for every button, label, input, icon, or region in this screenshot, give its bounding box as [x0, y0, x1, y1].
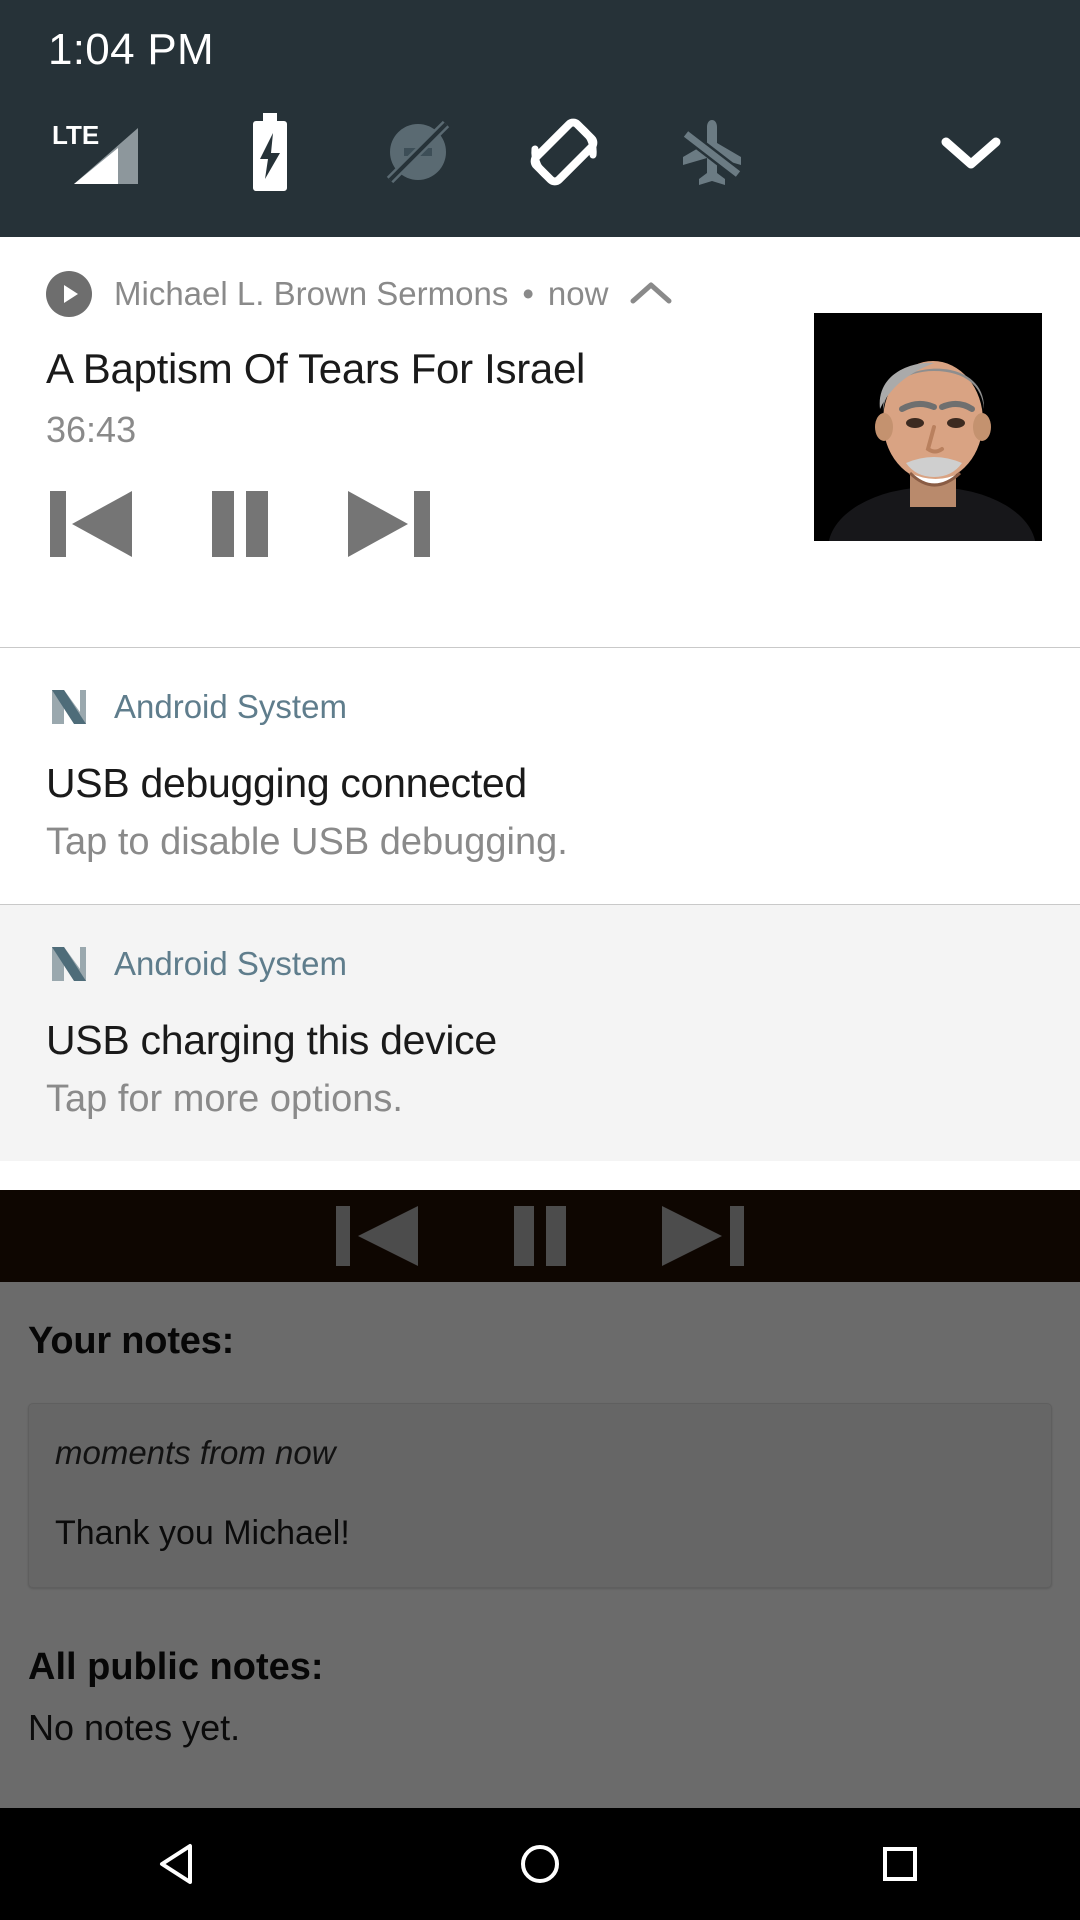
chevron-up-icon	[630, 282, 672, 304]
notification-media[interactable]: Michael L. Brown Sermons • now A Baptism…	[0, 237, 1080, 647]
app-pause-button[interactable]	[504, 1200, 576, 1272]
system-notification-title: USB charging this device	[46, 1017, 497, 1063]
quick-settings-row: LTE	[0, 108, 1080, 196]
collapse-notification-button[interactable]	[628, 279, 674, 309]
system-notification-body: Tap for more options.	[46, 1078, 403, 1120]
media-notification-time: now	[547, 275, 609, 312]
notification-pause-button[interactable]	[204, 487, 276, 561]
home-button[interactable]	[512, 1836, 568, 1892]
system-app-name: Android System	[114, 688, 347, 725]
media-app-badge	[46, 271, 92, 317]
media-album-art[interactable]	[814, 313, 1042, 541]
notification-previous-track-button[interactable]	[46, 487, 138, 561]
system-notification-body: Tap to disable USB debugging.	[46, 821, 568, 863]
lte-signal-icon: LTE	[52, 120, 138, 184]
svg-text:LTE: LTE	[52, 120, 99, 150]
home-circle-icon	[521, 1845, 559, 1883]
system-app-name: Android System	[114, 945, 347, 982]
auto-rotate-icon	[530, 118, 598, 186]
quick-setting-airplane-mode[interactable]	[638, 108, 786, 196]
battery-charging-icon	[253, 113, 287, 191]
note-timestamp: moments from now	[55, 1434, 336, 1471]
expand-quick-settings-button[interactable]	[910, 108, 1032, 196]
notification-usb-charging[interactable]: Android System USB charging this device …	[0, 905, 1080, 1161]
next-track-icon	[348, 491, 430, 557]
android-nougat-logo-icon	[52, 690, 86, 724]
pause-icon	[514, 1206, 566, 1266]
system-notification-header: Android System	[46, 684, 1034, 730]
public-notes-empty: No notes yet.	[28, 1707, 241, 1748]
notification-next-track-button[interactable]	[342, 487, 434, 561]
speaker-portrait-image	[814, 313, 1042, 541]
navigation-bar	[0, 1808, 1080, 1920]
previous-track-icon	[50, 491, 132, 557]
status-bar-clock: 1:04 PM	[48, 25, 214, 74]
public-notes-heading: All public notes:	[28, 1646, 324, 1688]
pause-icon	[212, 491, 268, 557]
app-player-bar	[0, 1190, 1080, 1282]
previous-track-icon	[336, 1206, 418, 1266]
note-card[interactable]: moments from now Thank you Michael!	[28, 1403, 1052, 1588]
notes-section: Your notes: moments from now Thank you M…	[0, 1282, 1080, 1820]
notification-usb-debugging[interactable]: Android System USB debugging connected T…	[0, 648, 1080, 904]
play-icon	[64, 285, 78, 303]
quick-setting-battery[interactable]	[195, 108, 345, 196]
your-notes-heading: Your notes:	[28, 1320, 235, 1362]
quick-setting-auto-rotate[interactable]	[490, 108, 638, 196]
note-text: Thank you Michael!	[55, 1514, 350, 1552]
system-notification-title: USB debugging connected	[46, 760, 527, 806]
media-header-separator: •	[522, 275, 534, 312]
quick-setting-lte-signal[interactable]: LTE	[0, 108, 195, 196]
android-screen: Your notes: moments from now Thank you M…	[0, 0, 1080, 1920]
app-next-track-button[interactable]	[654, 1200, 750, 1272]
media-app-name: Michael L. Brown Sermons	[114, 275, 509, 312]
next-track-icon	[662, 1206, 744, 1266]
android-nougat-logo-icon	[52, 947, 86, 981]
status-bar: 1:04 PM LTE	[0, 0, 1080, 237]
back-button[interactable]	[152, 1836, 208, 1892]
recents-button[interactable]	[872, 1836, 928, 1892]
airplane-mode-off-icon	[682, 120, 742, 185]
back-triangle-icon	[160, 1844, 192, 1884]
system-notification-header: Android System	[46, 941, 1034, 987]
recents-square-icon	[883, 1847, 917, 1881]
do-not-disturb-off-icon	[386, 120, 449, 184]
app-previous-track-button[interactable]	[330, 1200, 426, 1272]
quick-setting-dnd[interactable]	[345, 108, 490, 196]
media-notification-header: Michael L. Brown Sermons • now	[0, 271, 1080, 317]
notification-shade: Michael L. Brown Sermons • now A Baptism…	[0, 237, 1080, 1161]
chevron-down-icon	[941, 137, 1001, 169]
